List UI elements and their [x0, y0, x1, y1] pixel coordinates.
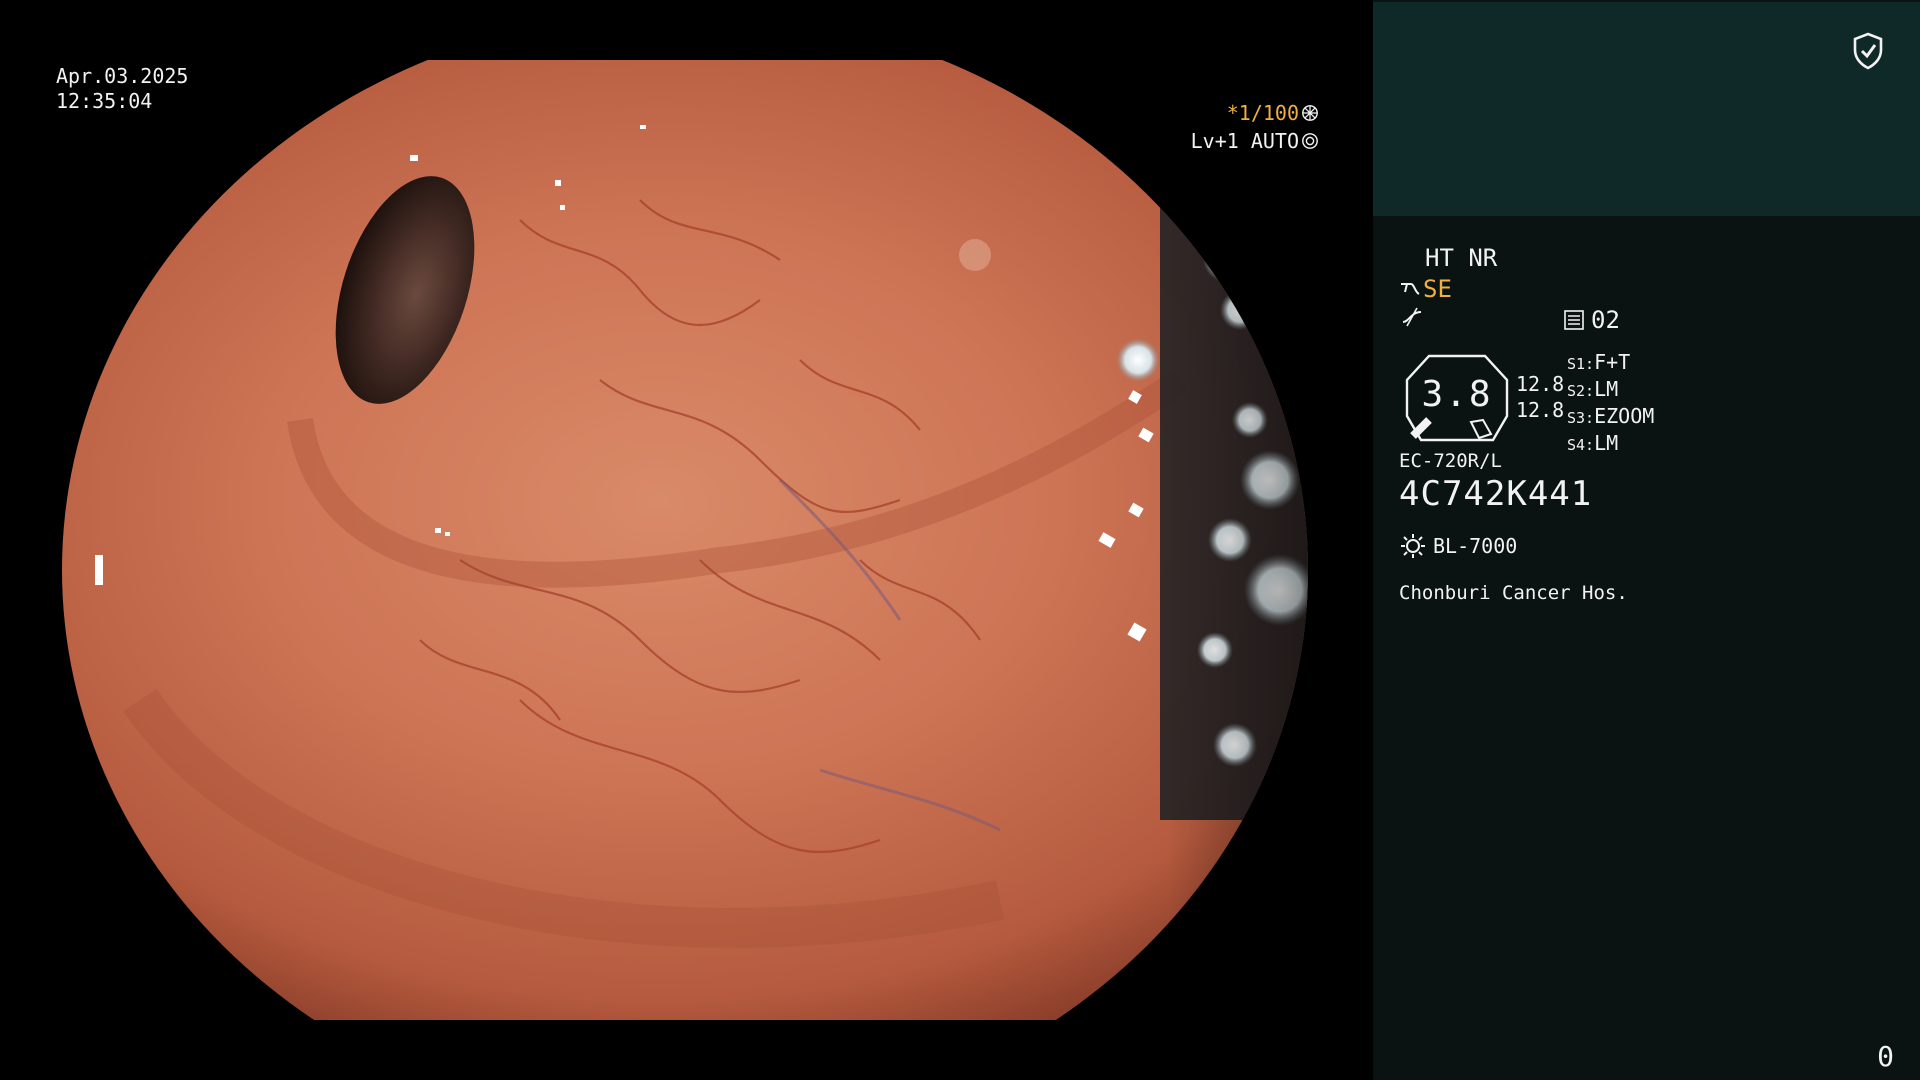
- zoom-value: 3.8: [1421, 374, 1493, 415]
- gain-level: Lv+1 AUTO: [1191, 127, 1319, 155]
- structure-enhance: SE: [1399, 275, 1452, 303]
- aperture-icon: [1302, 105, 1318, 121]
- switch-setting-row: S3:EZOOM: [1567, 404, 1655, 428]
- light-source: BL-7000: [1399, 532, 1517, 560]
- exam-date: Apr.03.2025: [56, 64, 189, 88]
- scope-serial: 4C742K441: [1399, 474, 1593, 514]
- iris-icon: [1302, 133, 1318, 149]
- file-number-value: 02: [1591, 306, 1620, 334]
- endoscope-view: Apr.03.2025 12:35:04 *1/100 Lv+1 AUTO: [0, 0, 1373, 1080]
- endoscopy-screen: Apr.03.2025 12:35:04 *1/100 Lv+1 AUTO HT…: [0, 0, 1920, 1080]
- switch-setting-row: S2:LM: [1567, 377, 1619, 401]
- switch-setting-row: S1:F+T: [1567, 350, 1631, 374]
- processing-mode: HT NR: [1425, 244, 1498, 272]
- endoscopic-image: [0, 0, 1373, 1080]
- light-source-icon: [1401, 534, 1425, 558]
- gain-value: Lv+1 AUTO: [1190, 129, 1299, 153]
- light-source-value: BL-7000: [1433, 534, 1518, 558]
- enhance-value: SE: [1423, 275, 1452, 303]
- exposure-overlay: *1/100 Lv+1 AUTO: [1191, 99, 1319, 155]
- zoom-sub-value-2: 12.8: [1516, 398, 1565, 422]
- zoom-sub-value-1: 12.8: [1516, 372, 1565, 396]
- switch-setting-row: S4:LM: [1567, 431, 1619, 455]
- scope-model: EC-720R/L: [1399, 450, 1502, 472]
- scope-switch-settings: S1:F+T S2:LM S3:EZOOM S4:LM: [1567, 350, 1654, 458]
- shield-check-icon: [1853, 32, 1883, 70]
- file-number: 02: [1563, 306, 1620, 334]
- shutter-value: *1/100: [1226, 101, 1299, 125]
- gamma-curve-icon: [1402, 307, 1422, 327]
- panel-header: [1373, 2, 1920, 216]
- exam-time: 12:35:04: [56, 89, 153, 113]
- datetime-overlay: Apr.03.2025 12:35:04: [56, 64, 188, 114]
- shutter-speed: *1/100: [1191, 99, 1319, 127]
- info-panel: HT NR SE 02 3.8 12.8 12.8 S1:F+T S2:LM S…: [1373, 0, 1920, 1080]
- scope-tip-icon: [1401, 283, 1420, 295]
- image-counter: 0: [1877, 1040, 1894, 1073]
- hospital-name: Chonburi Cancer Hos.: [1399, 582, 1628, 604]
- document-icon: [1564, 310, 1584, 330]
